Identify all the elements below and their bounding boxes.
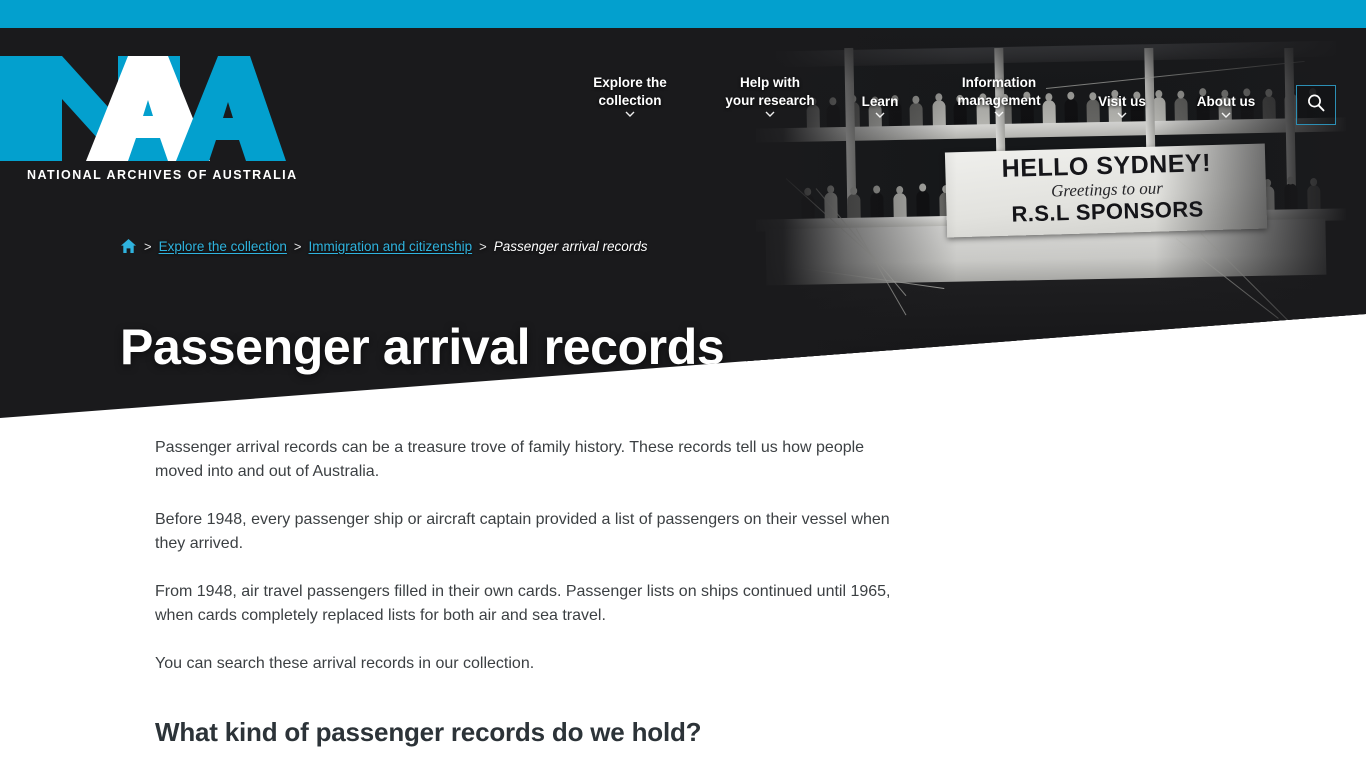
nav-label-line1: Learn [861, 94, 899, 109]
page-root: HELLO SYDNEY! Greetings to our R.S.L SPO… [0, 0, 1366, 768]
breadcrumb-link-immigration-and-citizenship[interactable]: Immigration and citizenship [309, 239, 473, 254]
hero-banner: HELLO SYDNEY! Greetings to our R.S.L SPO… [0, 28, 1366, 418]
nav-item-visit-us[interactable]: Visit us [1074, 93, 1170, 118]
chevron-down-icon [625, 111, 635, 117]
search-button[interactable] [1296, 85, 1336, 125]
breadcrumb-separator: > [479, 238, 487, 254]
nav-label-line2: collection [598, 93, 662, 108]
naa-logo-mark [0, 56, 286, 161]
primary-navigation: Explore the collection Help with your re… [560, 74, 1280, 130]
nav-label-line1: About us [1196, 94, 1256, 109]
nav-item-help-with-your-research[interactable]: Help with your research [700, 74, 840, 117]
main-content: Passenger arrival records can be a treas… [155, 436, 905, 768]
nav-label-line2: your research [725, 93, 815, 108]
nav-item-learn[interactable]: Learn [842, 93, 918, 118]
nav-label-line1: Help with [740, 75, 800, 90]
chevron-down-icon [1117, 112, 1127, 118]
nav-item-about-us[interactable]: About us [1172, 93, 1280, 118]
nav-label-line1: Explore the [593, 75, 667, 90]
organisation-name: NATIONAL ARCHIVES OF AUSTRALIA [27, 168, 298, 182]
nav-label-line2: management [957, 93, 1041, 108]
site-logo[interactable]: NATIONAL ARCHIVES OF AUSTRALIA [0, 56, 296, 188]
nav-label-line1: Visit us [1098, 94, 1146, 109]
chevron-down-icon [994, 111, 1004, 117]
intro-paragraph-2: Before 1948, every passenger ship or air… [155, 511, 890, 552]
top-accent-bar [0, 0, 1366, 28]
intro-paragraph-3: From 1948, air travel passengers filled … [155, 583, 891, 624]
breadcrumb-link-explore-the-collection[interactable]: Explore the collection [159, 239, 287, 254]
breadcrumb-separator: > [293, 238, 302, 254]
chevron-down-icon [875, 112, 885, 118]
intro-paragraph-1: Passenger arrival records can be a treas… [155, 439, 865, 480]
section-heading: What kind of passenger records do we hol… [155, 717, 702, 747]
intro-paragraph-4: You can search these arrival records in … [155, 655, 535, 672]
breadcrumb: > Explore the collection > Immigration a… [120, 238, 648, 254]
chevron-down-icon [765, 111, 775, 117]
home-icon[interactable] [120, 238, 137, 254]
breadcrumb-separator: > [144, 238, 152, 254]
nav-item-explore-the-collection[interactable]: Explore the collection [560, 74, 700, 117]
chevron-down-icon [1221, 112, 1231, 118]
nav-item-information-management[interactable]: Information management [924, 74, 1074, 117]
nav-label-line1: Information [961, 75, 1037, 90]
search-icon [1306, 93, 1326, 118]
page-title: Passenger arrival records [120, 318, 725, 375]
breadcrumb-current-page: Passenger arrival records [493, 238, 648, 254]
